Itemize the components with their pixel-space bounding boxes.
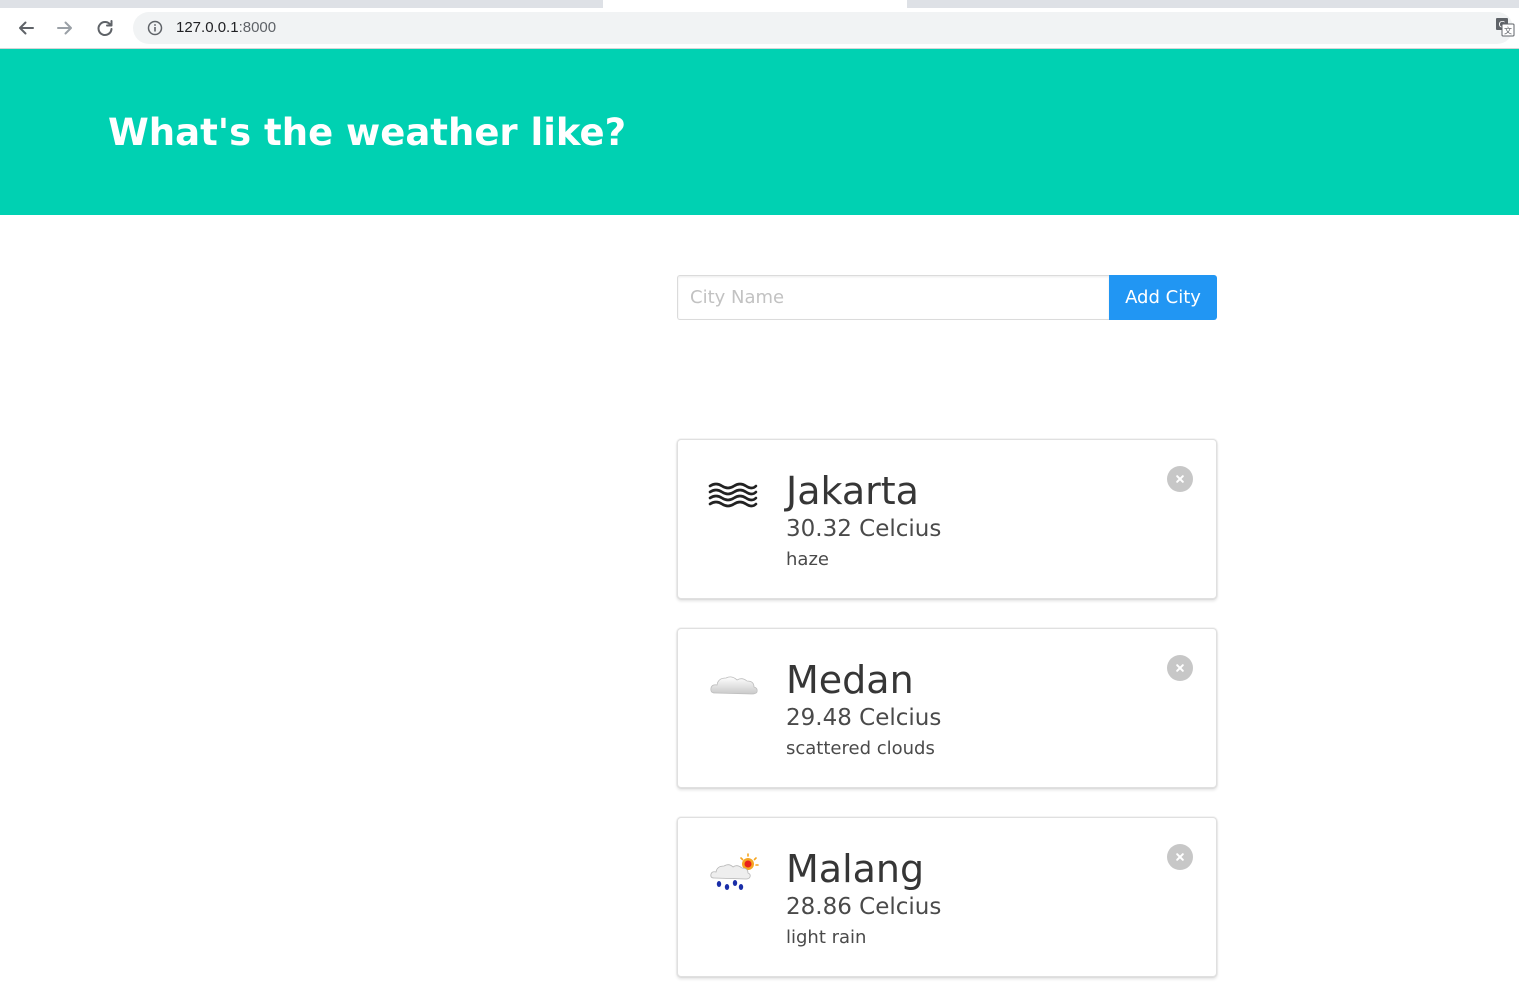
weather-description: scattered clouds xyxy=(786,738,935,759)
delete-city-icon[interactable] xyxy=(1167,655,1193,681)
reload-icon[interactable] xyxy=(91,14,119,42)
active-tab[interactable] xyxy=(603,0,907,8)
weather-card-medan: Medan 29.48 Celcius scattered clouds xyxy=(677,628,1217,788)
forward-arrow-icon[interactable] xyxy=(51,14,79,42)
back-arrow-icon[interactable] xyxy=(12,14,40,42)
city-temperature: 30.32 Celcius xyxy=(786,516,942,542)
city-name: Medan xyxy=(786,658,914,702)
delete-city-icon[interactable] xyxy=(1167,466,1193,492)
address-bar[interactable]: 127.0.0.1:8000 xyxy=(133,12,1513,44)
page-title: What's the weather like? xyxy=(108,111,627,154)
city-name: Jakarta xyxy=(786,469,919,513)
rain-sun-icon xyxy=(706,852,762,894)
url-host: 127.0.0.1 xyxy=(176,19,239,36)
weather-card-jakarta: Jakarta 30.32 Celcius haze xyxy=(677,439,1217,599)
url-text[interactable]: 127.0.0.1:8000 xyxy=(176,12,276,44)
tab-strip xyxy=(0,0,1519,8)
add-city-button[interactable]: Add City xyxy=(1109,275,1217,320)
hero-banner: What's the weather like? xyxy=(0,49,1519,215)
city-temperature: 28.86 Celcius xyxy=(786,894,942,920)
cloud-icon xyxy=(706,663,762,705)
translate-icon[interactable]: G文 xyxy=(1495,17,1515,41)
url-port: :8000 xyxy=(238,19,277,36)
weather-description: light rain xyxy=(786,927,867,948)
svg-text:文: 文 xyxy=(1504,26,1512,36)
haze-icon xyxy=(706,474,762,516)
city-temperature: 29.48 Celcius xyxy=(786,705,942,731)
weather-description: haze xyxy=(786,549,829,570)
browser-toolbar: 127.0.0.1:8000 G文 xyxy=(0,8,1519,49)
weather-card-malang: Malang 28.86 Celcius light rain xyxy=(677,817,1217,977)
city-name-input[interactable] xyxy=(677,275,1109,320)
delete-city-icon[interactable] xyxy=(1167,844,1193,870)
info-icon[interactable] xyxy=(147,20,163,40)
city-name: Malang xyxy=(786,847,925,891)
